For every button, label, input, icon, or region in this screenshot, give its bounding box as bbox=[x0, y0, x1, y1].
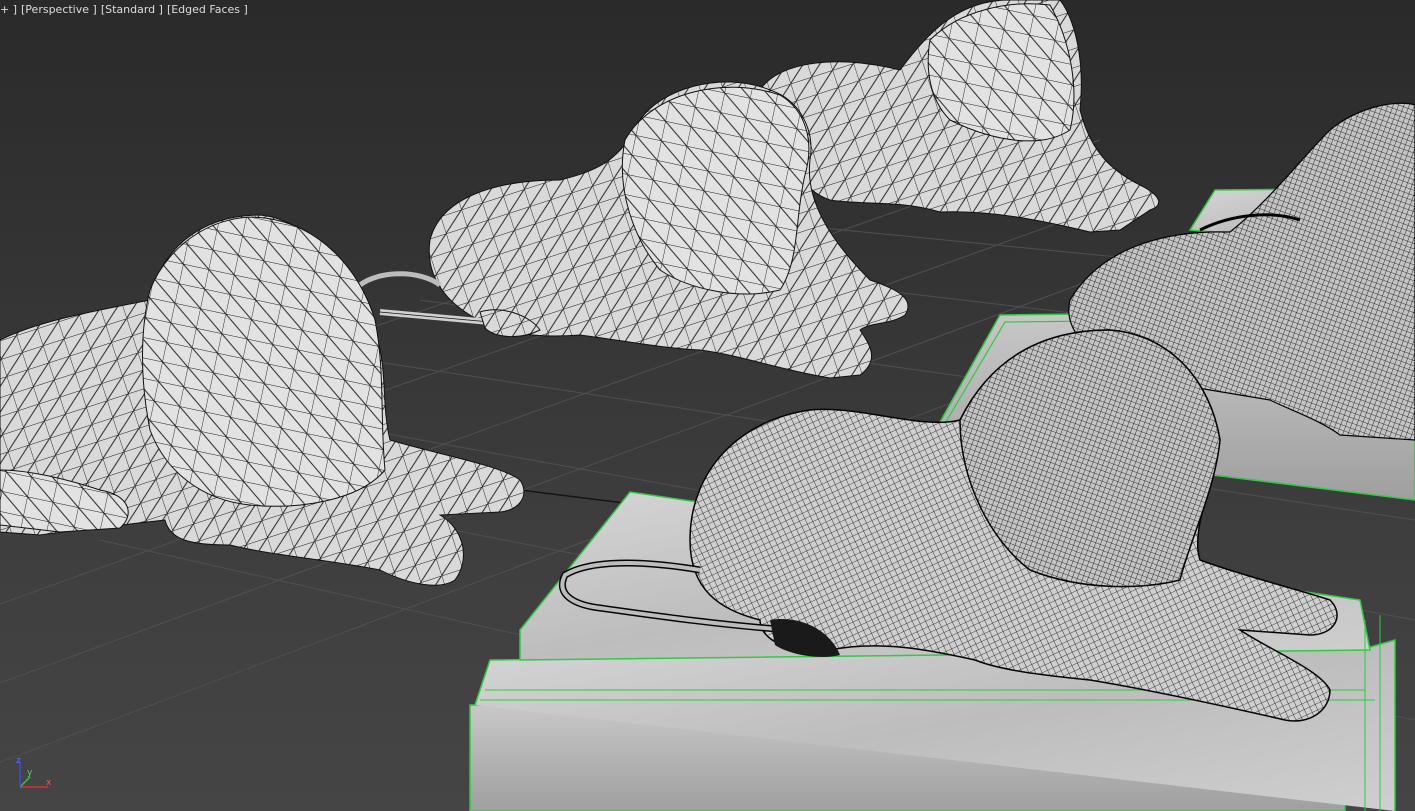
axis-y-label: y bbox=[27, 768, 33, 778]
viewport-display-mode-menu[interactable]: [Edged Faces ] bbox=[167, 3, 248, 17]
viewport-label-menu: + ] [Perspective ] [Standard ] [Edged Fa… bbox=[0, 3, 248, 17]
axis-x-label: x bbox=[46, 778, 52, 788]
axis-tripod-icon: z y x bbox=[16, 756, 52, 788]
viewport-shading-menu[interactable]: [Standard ] bbox=[101, 3, 163, 17]
axis-y-line bbox=[19, 776, 31, 788]
perspective-viewport[interactable]: + ] [Perspective ] [Standard ] [Edged Fa… bbox=[0, 0, 1415, 811]
viewport-point-of-view-menu[interactable]: [Perspective ] bbox=[21, 3, 97, 17]
viewport-scene[interactable] bbox=[0, 0, 1415, 811]
viewport-plus-menu[interactable]: + ] bbox=[0, 3, 17, 17]
lowpoly-lion-back bbox=[759, 0, 1160, 233]
axis-z-label: z bbox=[16, 756, 21, 766]
